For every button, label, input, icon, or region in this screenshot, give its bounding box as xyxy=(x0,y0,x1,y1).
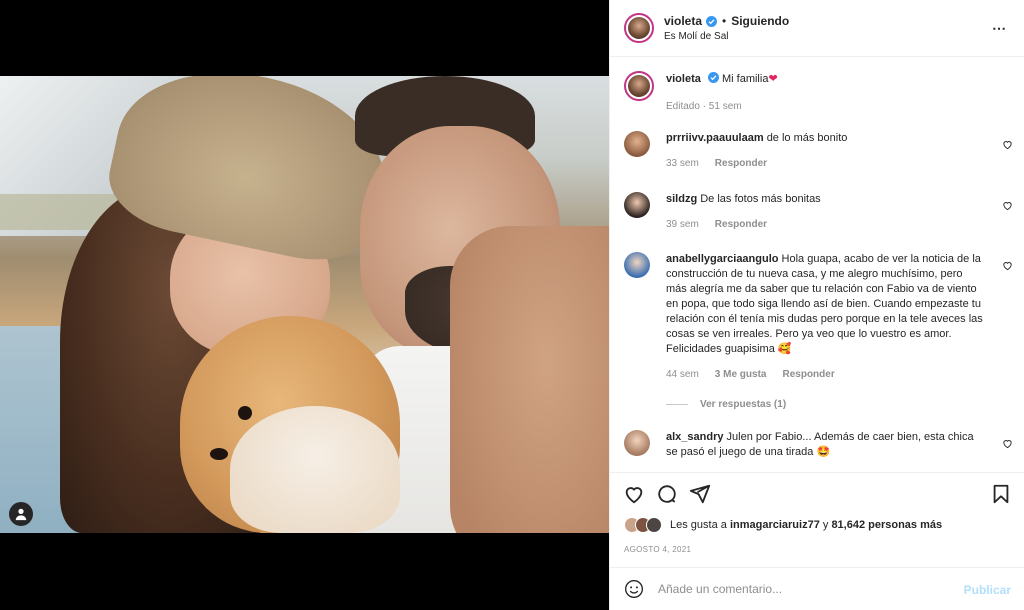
likes-prefix: Les gusta a xyxy=(670,519,727,531)
tagged-users-button[interactable] xyxy=(9,502,33,526)
post-photo[interactable] xyxy=(0,76,609,533)
liker-avatars xyxy=(624,517,662,533)
like-comment-heart-icon[interactable] xyxy=(1002,139,1013,150)
caption-text: Mi familia xyxy=(721,73,769,85)
comment-username[interactable]: sildzg xyxy=(666,193,697,205)
emoji-icon[interactable] xyxy=(624,579,644,599)
avatar[interactable] xyxy=(624,13,654,43)
verified-badge-icon xyxy=(706,15,718,27)
likes-middle: y xyxy=(822,519,829,531)
comment-time[interactable]: 44 sem xyxy=(666,367,699,382)
comment-username[interactable]: alx_sandry xyxy=(666,431,723,443)
reply-button[interactable]: Responder xyxy=(715,217,767,232)
comment-text: De las fotos más bonitas xyxy=(700,193,821,205)
more-options-icon[interactable]: ⋯ xyxy=(992,20,1007,37)
comment-item: sildzg De las fotos más bonitas 39 sem Re… xyxy=(624,192,1019,232)
separator-dot: • xyxy=(722,14,727,28)
post-location[interactable]: Es Molí de Sal xyxy=(664,31,789,42)
comment-icon[interactable] xyxy=(656,483,678,505)
comment-time[interactable]: 39 sem xyxy=(666,217,699,232)
author-username[interactable]: violeta xyxy=(664,14,702,28)
heart-icon[interactable] xyxy=(623,483,645,505)
heart-emoji: ❤ xyxy=(768,73,778,85)
share-icon[interactable] xyxy=(689,483,711,505)
comment-item: alx_sandry Julen por Fabio... Además de … xyxy=(624,430,1019,460)
like-comment-heart-icon[interactable] xyxy=(1002,200,1013,211)
likes-user[interactable]: inmagarciaruiz77 xyxy=(730,519,820,531)
comments-list[interactable]: violeta Mi familia❤ Editado · 51 sem prr… xyxy=(610,58,1024,472)
comment-text: de lo más bonito xyxy=(766,132,848,144)
avatar[interactable] xyxy=(624,252,650,278)
divider xyxy=(666,404,688,405)
avatar[interactable] xyxy=(624,131,650,157)
comment-time[interactable]: 33 sem xyxy=(666,156,699,171)
view-replies-button[interactable]: Ver respuestas (1) xyxy=(666,399,786,410)
like-comment-heart-icon[interactable] xyxy=(1002,438,1013,449)
post-media xyxy=(0,0,609,610)
avatar[interactable] xyxy=(624,430,650,456)
verified-badge-icon xyxy=(707,72,719,83)
likes-summary[interactable]: Les gusta a inmagarciaruiz77 y 81,642 pe… xyxy=(624,517,942,533)
reply-button[interactable]: Responder xyxy=(782,367,834,382)
comment-username[interactable]: anabellygarciaangulo xyxy=(666,253,778,265)
caption: violeta Mi familia❤ Editado · 51 sem xyxy=(624,71,1019,114)
following-button[interactable]: Siguiendo xyxy=(731,14,789,28)
instagram-post-view: violeta • Siguiendo Es Molí de Sal ⋯ vio… xyxy=(0,0,1024,610)
user-icon xyxy=(15,508,27,521)
avatar[interactable] xyxy=(624,192,650,218)
comment-item: anabellygarciaangulo Hola guapa, acabo d… xyxy=(624,252,1019,382)
add-comment-bar: Publicar xyxy=(610,567,1024,610)
likes-count[interactable]: 81,642 personas más xyxy=(831,519,942,531)
comment-username[interactable]: prrriivv.paauulaam xyxy=(666,132,764,144)
comment-text: Hola guapa, acabo de ver la noticia de l… xyxy=(666,253,983,355)
edited-label: Editado · 51 sem xyxy=(666,101,742,112)
reply-button[interactable]: Responder xyxy=(715,156,767,171)
like-comment-heart-icon[interactable] xyxy=(1002,260,1013,271)
avatar[interactable] xyxy=(624,71,654,101)
comment-likes[interactable]: 3 Me gusta xyxy=(715,367,767,382)
bookmark-icon[interactable] xyxy=(990,483,1012,505)
comment-item: prrriivv.paauulaam de lo más bonito 33 s… xyxy=(624,131,1019,171)
post-side-panel: violeta • Siguiendo Es Molí de Sal ⋯ vio… xyxy=(609,0,1024,610)
post-header: violeta • Siguiendo Es Molí de Sal ⋯ xyxy=(610,0,1024,57)
caption-username[interactable]: violeta xyxy=(666,73,701,85)
publish-button[interactable]: Publicar xyxy=(964,583,1011,597)
action-bar xyxy=(610,472,1024,512)
comment-input[interactable] xyxy=(658,582,938,596)
post-date[interactable]: AGOSTO 4, 2021 xyxy=(624,545,691,554)
